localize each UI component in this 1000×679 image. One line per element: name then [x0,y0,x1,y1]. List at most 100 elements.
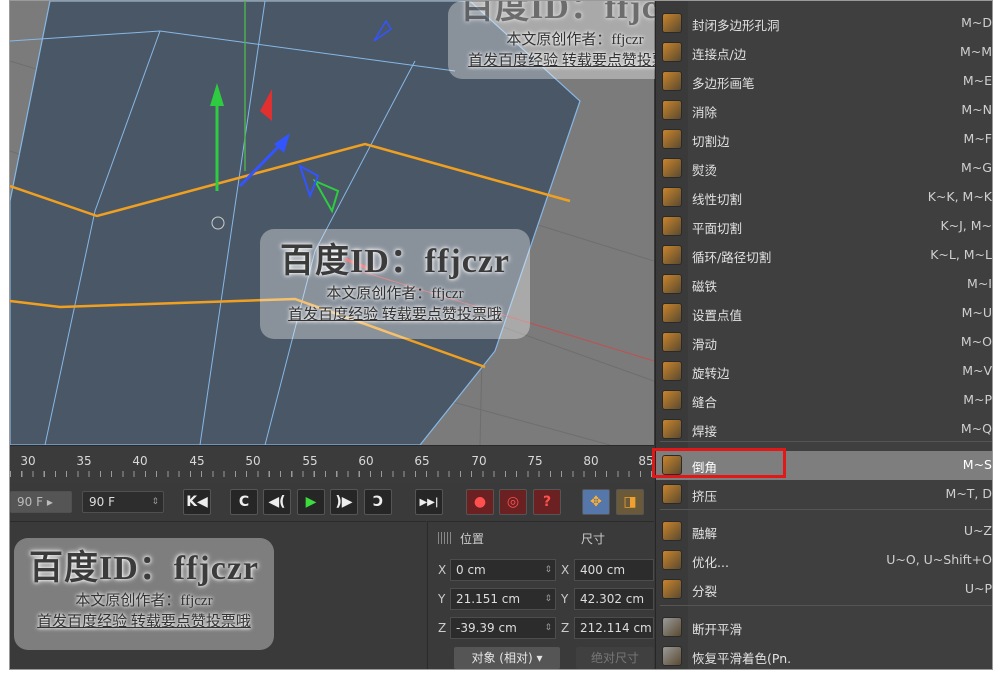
unbreak-phong-icon [662,646,682,666]
menu-item-label: 缝合 [692,395,718,410]
tick-label: 85 [638,454,654,468]
menu-separator [660,509,992,510]
menu-item-shortcut: U~P [964,581,992,596]
scale-tool-button[interactable]: ◨ [616,489,644,515]
tick-label: 70 [471,454,487,468]
pos-y-value: 21.151 cm [456,592,521,606]
goto-end-button[interactable]: ▶▶| [415,489,443,515]
end-frame-field[interactable]: 90 F ⇕ [82,491,164,513]
timeline-ruler[interactable]: 30 35 40 45 50 55 60 65 70 75 80 85 [10,445,654,483]
move-tool-button[interactable]: ✥ [582,489,610,515]
menu-item-label: 磁铁 [692,279,718,294]
menu-item[interactable]: 恢复平滑着色(Pn. [656,642,992,669]
magnet-icon [662,274,682,294]
size-z-field[interactable]: 212.114 cm [574,617,654,639]
tick-label: 50 [245,454,261,468]
tick-label: 40 [132,454,148,468]
polygon-pen-icon [662,71,682,91]
edge-cut-icon [662,129,682,149]
menu-item-shortcut: M~D [961,15,992,30]
menu-item[interactable]: 循环/路径切割 K~L, M~L [656,241,992,270]
menu-item-label: 多边形画笔 [692,76,755,91]
coordinate-manager: 位置 尺寸 X 0 cm ⇕ X 400 cm Y 21.151 cm ⇕ Y 42… [427,521,654,669]
size-header: 尺寸 [581,532,606,546]
menu-item-shortcut: M~F [963,131,992,146]
menu-item-label: 恢复平滑着色(Pn. [692,651,792,666]
menu-item-shortcut: M~U [961,305,992,320]
menu-item-label: 焊接 [692,424,718,439]
help-icon: ? [542,494,552,510]
menu-item[interactable]: 多边形画笔 M~E [656,67,992,96]
prev-frame-button[interactable]: ◀( [263,489,291,515]
optimize-icon [662,550,682,570]
menu-item-label: 倒角 [692,460,718,475]
menu-item[interactable]: 挤压 M~T, D [656,480,992,509]
autokey-button[interactable]: ◎ [499,489,527,515]
menu-item-label: 连接点/边 [692,47,747,62]
menu-item-label: 滑动 [692,337,718,352]
next-key-button[interactable]: Ɔ [364,489,392,515]
menu-item-label: 线性切割 [692,192,743,207]
goto-start-button[interactable]: K◀ [183,489,211,515]
menu-item-label: 平面切割 [692,221,743,236]
menu-item[interactable]: 缝合 M~P [656,386,992,415]
chevron-down-icon: ▾ [536,651,543,665]
menu-item[interactable]: 滑动 M~O [656,328,992,357]
pos-x-field[interactable]: 0 cm ⇕ [450,559,556,581]
plane-cut-icon [662,216,682,236]
pos-x-value: 0 cm [456,563,486,577]
size-z-value: 212.114 cm [580,621,652,635]
menu-item-shortcut: M~P [963,392,992,407]
menu-item[interactable]: 设置点值 M~U [656,299,992,328]
size-y-field[interactable]: 42.302 cm [574,588,654,610]
menu-item[interactable]: 消除 M~N [656,96,992,125]
menu-item[interactable]: 熨烫 M~G [656,154,992,183]
coord-mode-value: 对象 (相对) [471,651,533,665]
size-y-value: 42.302 cm [580,592,645,606]
record-button[interactable]: ● [466,489,494,515]
split-icon [662,579,682,599]
menu-item[interactable]: 断开平滑 [656,613,992,642]
menu-item[interactable]: 旋转边 M~V [656,357,992,386]
menu-item[interactable]: 磁铁 M~I [656,270,992,299]
size-z-label: Z [561,621,570,635]
menu-item[interactable]: 线性切割 K~K, M~K [656,183,992,212]
menu-item-shortcut: K~K, M~K [927,189,992,204]
menu-item[interactable]: 分裂 U~P [656,575,992,604]
bevel-icon [662,455,682,475]
menu-item[interactable]: 融解 U~Z [656,517,992,546]
pos-x-label: X [438,563,447,577]
end-frame-value: 90 F [89,495,115,509]
menu-item-shortcut: M~O [960,334,992,349]
keyframe-help-button[interactable]: ? [533,489,561,515]
tick-label: 45 [189,454,205,468]
pos-z-field[interactable]: -39.39 cm ⇕ [450,617,556,639]
menu-item[interactable]: 倒角 M~S [656,451,992,480]
absolute-size-dropdown[interactable]: 绝对尺寸 [576,647,654,669]
menu-item[interactable]: 优化... U~O, U~Shift+O [656,546,992,575]
prev-key-button[interactable]: C [230,489,258,515]
tick-label: 55 [302,454,318,468]
menu-separator [660,441,992,442]
menu-item-shortcut: M~V [962,363,992,378]
next-frame-button[interactable]: )▶ [330,489,358,515]
menu-item-label: 封闭多边形孔洞 [692,18,780,33]
melt-icon [662,521,682,541]
menu-item[interactable]: 连接点/边 M~M [656,38,992,67]
start-frame-field[interactable]: 90 F ▸ [10,491,72,513]
tick-label: 65 [414,454,430,468]
menu-item-shortcut: K~J, M~ [940,218,992,233]
coord-mode-dropdown[interactable]: 对象 (相对) ▾ [454,647,560,669]
pos-y-field[interactable]: 21.151 cm ⇕ [450,588,556,610]
play-button[interactable]: ▶ [297,489,325,515]
close-hole-icon [662,13,682,33]
menu-item[interactable]: 封闭多边形孔洞 M~D [656,9,992,38]
menu-item-shortcut: M~T, D [945,486,992,501]
menu-item[interactable]: 焊接 M~Q [656,415,992,444]
menu-item-label: 优化... [692,555,729,570]
coordinates-left-panel: 百度ID：ffjczr 本文原创作者：ffjczr 首发百度经验 转载要点赞投票… [10,521,426,669]
size-x-field[interactable]: 400 cm [574,559,654,581]
menu-item[interactable]: 切割边 M~F [656,125,992,154]
menu-item-shortcut: M~N [961,102,992,117]
menu-item[interactable]: 平面切割 K~J, M~ [656,212,992,241]
